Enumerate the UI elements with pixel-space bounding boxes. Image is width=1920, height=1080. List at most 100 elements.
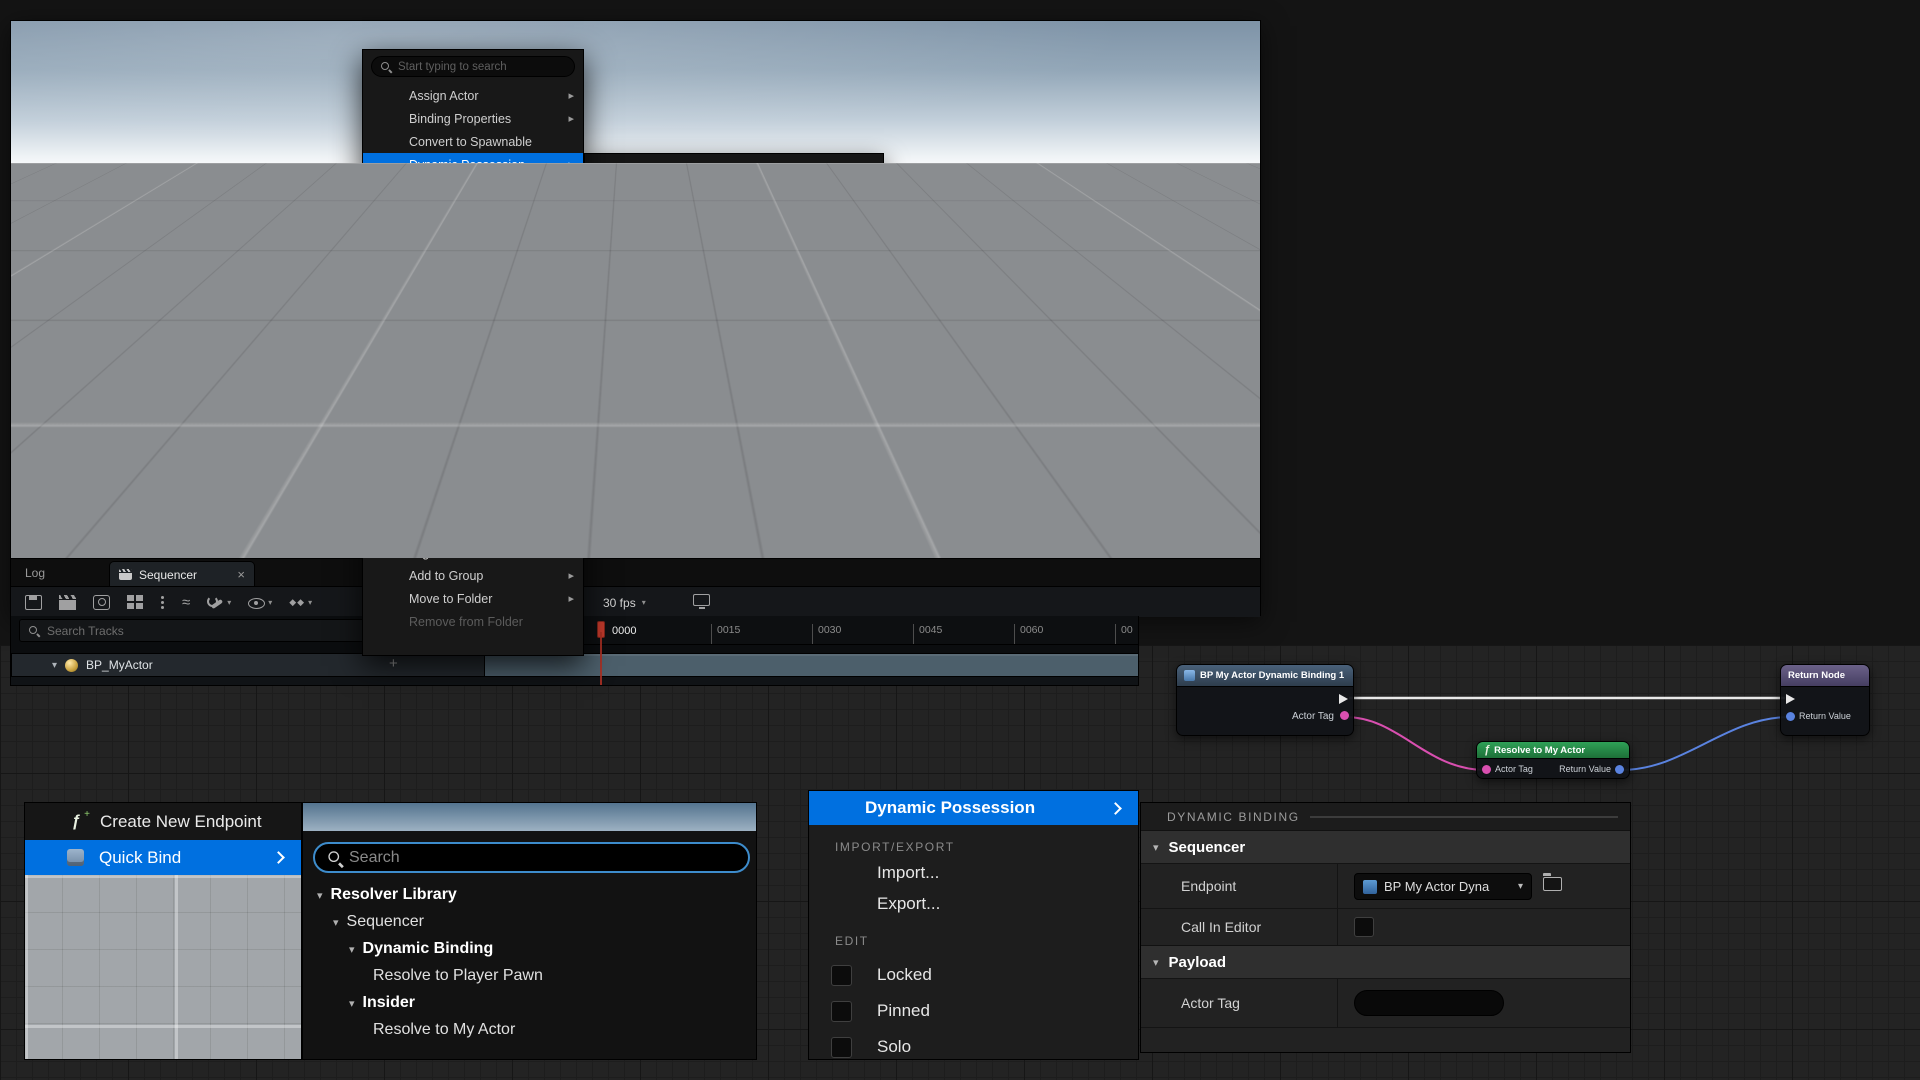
browse-asset-icon[interactable]	[1543, 877, 1562, 891]
tree-item-resolver-library[interactable]: ▾Resolver Library	[903, 296, 1201, 313]
keyframe-dropdown[interactable]: ◆◆ ▾	[289, 595, 312, 610]
menu-item-solo[interactable]: Solo	[809, 1029, 1138, 1060]
menu-item-import[interactable]: Import...	[809, 857, 1138, 888]
menu-search-box[interactable]	[371, 56, 575, 77]
call-in-editor-checkbox[interactable]	[1354, 917, 1374, 937]
tree-item-dynamic-binding[interactable]: ▾Dynamic Binding	[903, 330, 1201, 347]
add-track-button[interactable]: +	[389, 655, 398, 672]
tree-item-resolve-to-player-pawn[interactable]: Resolve to Player Pawn	[903, 347, 1201, 364]
menu-item-create-new-endpoint[interactable]: ƒ+ Create New Endpoint	[717, 236, 899, 260]
tree-item-resolver-library[interactable]: ▾Resolver Library	[317, 883, 457, 907]
return-value-output-pin[interactable]	[1615, 765, 1624, 774]
actor-tag-input-pin[interactable]	[1482, 765, 1491, 774]
tab-log[interactable]: Log	[25, 559, 45, 587]
node-return-node[interactable]: Return Node Return Value	[1780, 664, 1870, 736]
wrench-dropdown[interactable]: ▾	[207, 595, 231, 610]
column-divider[interactable]	[1337, 909, 1338, 945]
popup-search-input[interactable]	[942, 274, 1187, 286]
track-header-bp-myactor[interactable]: ▾ BP_MyActor +	[11, 653, 485, 677]
browse-asset-icon[interactable]	[843, 208, 860, 221]
mute-checkbox[interactable]	[379, 340, 392, 353]
locked-checkbox[interactable]	[831, 965, 852, 986]
visibility-dropdown[interactable]: ▾	[248, 596, 272, 609]
clapperboard-icon[interactable]	[59, 595, 76, 610]
menu-item-binding-properties[interactable]: Binding Properties▸	[363, 107, 583, 130]
tree-item-resolve-to-player-pawn[interactable]: Resolve to Player Pawn	[373, 964, 543, 988]
category-payload[interactable]: ▾ Payload	[1141, 945, 1630, 978]
actor-tag-input[interactable]	[1354, 990, 1504, 1016]
popup-search-box[interactable]	[909, 269, 1195, 290]
save-icon[interactable]	[25, 595, 42, 610]
node-title: Return Node	[1788, 670, 1845, 681]
endpoint-dropdown[interactable]: ƒ Unbound ▾	[723, 205, 835, 227]
menu-item-assign-actor[interactable]: Assign Actor▸	[363, 84, 583, 107]
menu-item-add-to-group[interactable]: Add to Group▸	[363, 564, 583, 587]
caret-down-icon[interactable]: ▾	[931, 317, 935, 326]
node-bp-my-actor-dynamic-binding-1[interactable]: BP My Actor Dynamic Binding 1 Actor Tag	[1176, 664, 1354, 736]
locked-checkbox[interactable]	[379, 271, 392, 284]
menu-item-move-to-folder[interactable]: Move to Folder▸	[363, 587, 583, 610]
caret-down-icon[interactable]: ▾	[945, 334, 949, 343]
label: Solo	[877, 1037, 911, 1057]
menu-search-input[interactable]	[398, 61, 566, 73]
caret-down-icon[interactable]: ▾	[333, 916, 339, 929]
tree-item-resolve-to-my-actor[interactable]: Resolve to My Actor	[373, 1018, 515, 1042]
pinned-checkbox[interactable]	[379, 294, 392, 307]
exec-output-pin[interactable]	[1339, 694, 1348, 704]
monitor-icon[interactable]	[693, 594, 710, 606]
menu-item-quick-bind[interactable]: Quick Bind ▸	[717, 260, 899, 284]
column-divider[interactable]	[1337, 864, 1338, 908]
menu-item-copy[interactable]: CopyCTRL+C	[363, 381, 583, 404]
tree-item-sequencer[interactable]: ▾Sequencer	[333, 910, 424, 934]
exec-input-pin[interactable]	[1786, 694, 1795, 704]
menu-item-tags[interactable]: Tags▸	[363, 541, 583, 564]
close-icon[interactable]: ×	[237, 567, 245, 582]
tree-item-insider[interactable]: ▾Insider	[349, 991, 415, 1015]
menu-item-solo[interactable]: Solo	[363, 312, 583, 335]
menu-item-delete-and-keep-state[interactable]: ×Delete and Keep State	[363, 473, 583, 496]
column-divider[interactable]	[1337, 979, 1338, 1027]
solo-checkbox[interactable]	[831, 1037, 852, 1058]
tab-sequencer[interactable]: Sequencer ×	[109, 561, 255, 587]
actor-tag-output-pin[interactable]	[1340, 711, 1349, 720]
menu-item-import[interactable]: Import...	[363, 198, 583, 221]
fps-dropdown[interactable]: 30 fps ▾	[597, 591, 652, 614]
caret-down-icon[interactable]: ▾	[317, 889, 323, 902]
menu-item-cut[interactable]: CutCTRL+X	[363, 358, 583, 381]
thumbnails-icon[interactable]	[127, 595, 144, 610]
menu-item-pinned[interactable]: Pinned	[809, 993, 1138, 1029]
kebab-menu-icon[interactable]	[161, 595, 165, 610]
caret-down-icon[interactable]: ▾	[349, 943, 355, 956]
menu-item-locked[interactable]: Locked	[363, 266, 583, 289]
solo-checkbox[interactable]	[379, 317, 392, 330]
menu-item-delete[interactable]: ×Delete	[363, 450, 583, 473]
node-resolve-to-my-actor[interactable]: ƒ Resolve to My Actor Actor Tag Return V…	[1476, 741, 1630, 779]
flyout-category-sequencer[interactable]: ▾ Sequencer	[585, 179, 883, 201]
pinned-checkbox[interactable]	[831, 1001, 852, 1022]
popup-search-box[interactable]	[313, 842, 750, 873]
tree-item-dynamic-binding[interactable]: ▾Dynamic Binding	[349, 937, 493, 961]
caret-down-icon[interactable]: ▾	[917, 300, 921, 309]
menu-item-dynamic-possession[interactable]: Dynamic Possession	[809, 791, 1138, 825]
menu-item-pinned[interactable]: Pinned	[363, 289, 583, 312]
caret-down-icon[interactable]: ▾	[349, 997, 355, 1010]
curve-editor-icon[interactable]: ≈	[182, 595, 190, 610]
menu-item-create-new-endpoint[interactable]: ƒ+ Create New Endpoint	[25, 803, 301, 840]
menu-item-locked[interactable]: Locked	[809, 957, 1138, 993]
endpoint-dropdown[interactable]: BP My Actor Dyna ▾	[1354, 873, 1532, 900]
popup-search-input[interactable]	[349, 849, 736, 867]
expand-caret-icon[interactable]: ▾	[52, 660, 57, 671]
menu-item-quick-bind[interactable]: Quick Bind	[25, 840, 301, 875]
category-sequencer[interactable]: ▾ Sequencer	[1141, 830, 1630, 863]
menu-item-mute[interactable]: Mute	[363, 335, 583, 358]
menu-item-duplicate[interactable]: DuplicateCTRL+D	[363, 427, 583, 450]
return-value-input-pin[interactable]	[1786, 712, 1795, 721]
track-content-bar[interactable]	[485, 653, 1139, 677]
tree-item-sequencer[interactable]: ▾Sequencer	[903, 313, 1201, 330]
menu-item-export[interactable]: Export...	[363, 221, 583, 244]
menu-item-dynamic-possession[interactable]: Dynamic Possession▸	[363, 153, 583, 176]
menu-item-rename[interactable]: RenameF2	[363, 496, 583, 519]
menu-item-convert-to-spawnable[interactable]: Convert to Spawnable	[363, 130, 583, 153]
camera-icon[interactable]	[93, 595, 110, 610]
menu-item-export[interactable]: Export...	[809, 888, 1138, 919]
